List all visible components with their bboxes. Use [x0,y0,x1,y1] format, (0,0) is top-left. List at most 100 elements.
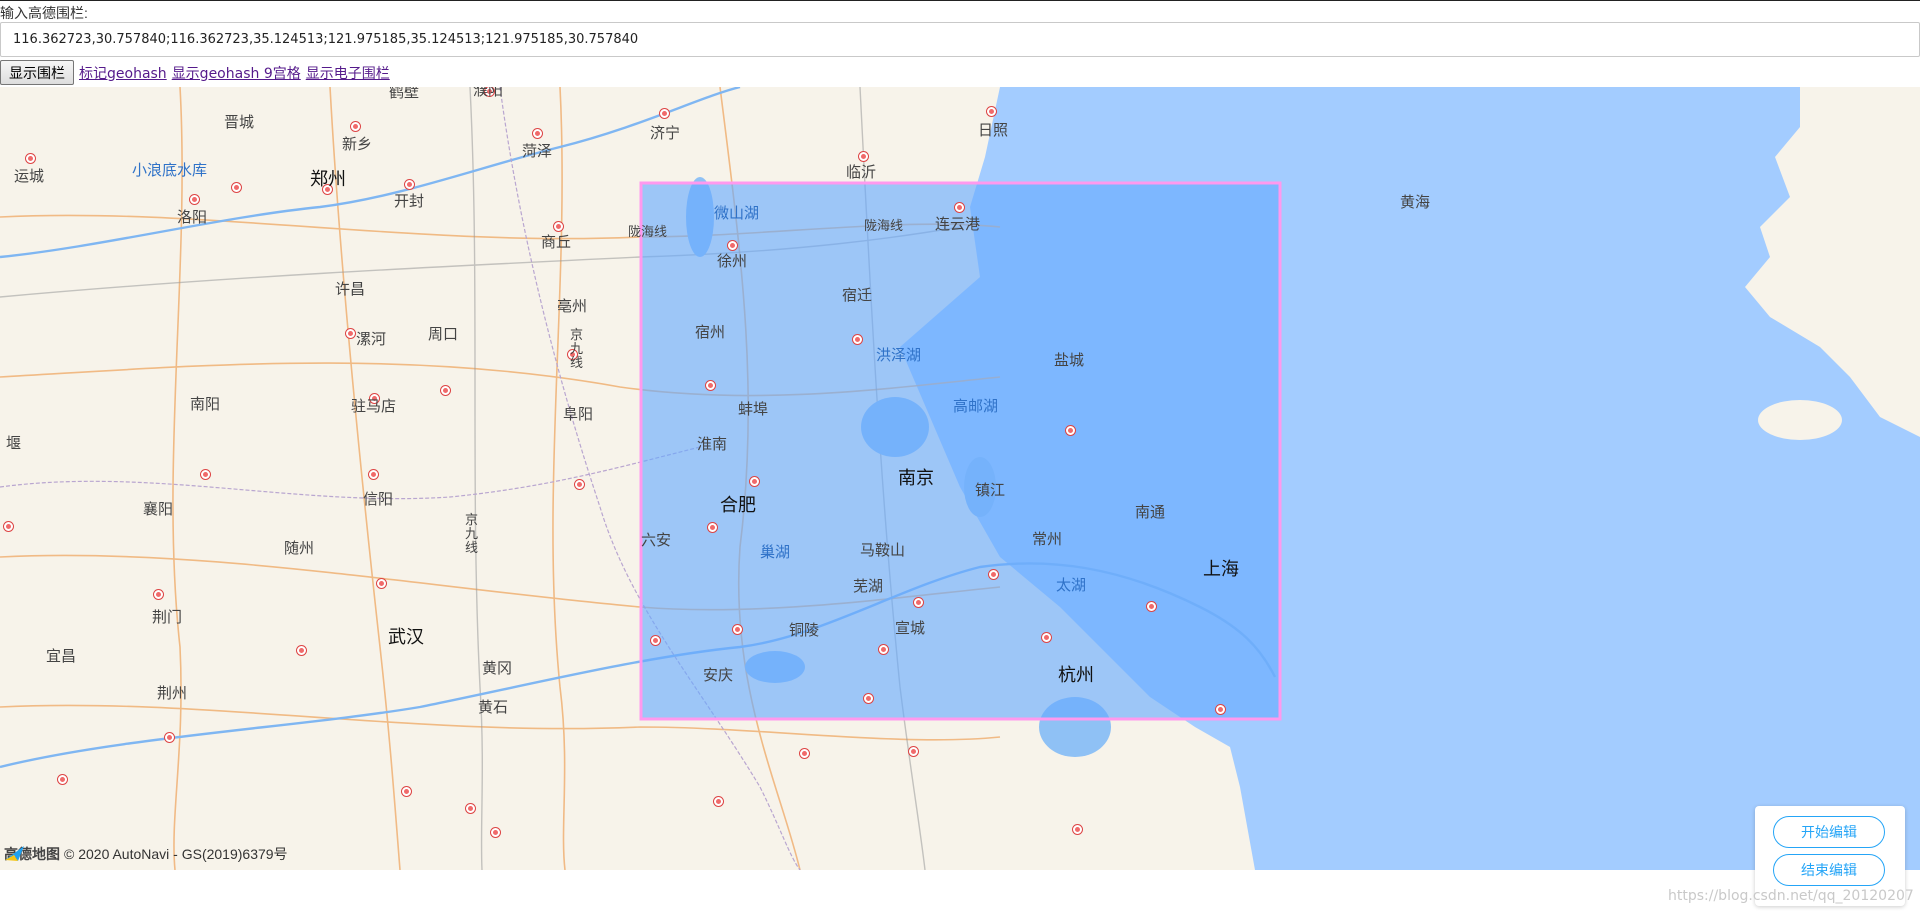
map-label-yan: 堰 [6,434,22,452]
map-label-xiaolangdi: 小浪底水库 [132,161,208,179]
map-city-marker [660,109,669,118]
map-label-heze: 菏泽 [522,142,553,160]
map-label-nantong: 南通 [1135,503,1166,521]
map-city-marker [708,523,717,532]
map-label-xuzhou: 徐州 [717,252,748,270]
map-copyright: © 2020 AutoNavi - GS(2019)6379号 [64,846,288,862]
map-label-taihu: 太湖 [1056,576,1087,594]
start-edit-button[interactable]: 开始编辑 [1773,816,1885,848]
map-city-marker [575,480,584,489]
end-edit-button[interactable]: 结束编辑 [1773,854,1885,886]
map-city-marker [405,180,414,189]
map-city-marker [297,646,306,655]
map-label-suzhou-anhui: 宿州 [695,323,726,341]
map-city-marker [1066,426,1075,435]
map-label-zhumadian: 驻马店 [351,397,397,415]
map-city-marker [879,645,888,654]
map-city-marker [1073,825,1082,834]
map-label-xuancheng: 宣城 [895,619,926,637]
map-label-zhenjiang: 镇江 [975,481,1006,499]
map-city-marker [859,152,868,161]
map-label-bozhou: 亳州 [557,297,588,315]
map-city-marker [800,749,809,758]
map-label-nanyang: 南阳 [190,395,221,413]
map-label-zhoukou: 周口 [428,325,459,343]
map-city-marker [201,470,210,479]
show-fence-button[interactable]: 显示围栏 [0,60,74,85]
csdn-watermark: https://blog.csdn.net/qq_20120207 [1668,888,1914,904]
map-city-marker [165,733,174,742]
map-label-fuyang: 阜阳 [563,405,594,423]
fence-input-label: 输入高德围栏: [0,5,88,21]
map-label-jingjiu-north: 京九线 [570,328,584,371]
mark-geohash-link[interactable]: 标记geohash [79,63,167,83]
map-city-marker [1216,705,1225,714]
map-city-marker [491,828,500,837]
map-label-anqing: 安庆 [703,666,734,684]
map-label-longhai-east: 陇海线 [864,219,904,234]
map-city-marker [733,625,742,634]
map-label-huanghai: 黄海 [1400,193,1431,211]
map-label-shangqiu: 商丘 [541,233,572,251]
fence-coordinates-input[interactable] [0,22,1920,57]
map-city-marker [864,694,873,703]
map-label-rizhao: 日照 [978,121,1009,139]
map-city-marker [377,579,386,588]
map-label-huanggang: 黄冈 [482,659,513,677]
map-city-marker [402,787,411,796]
map-label-lianyungang: 连云港 [935,215,981,233]
map-city-marker [232,183,241,192]
map-city-marker [651,636,660,645]
map-city-marker [554,222,563,231]
map-city-marker [914,598,923,607]
map-city-marker [750,477,759,486]
map-attribution: 高德地图 © 2020 AutoNavi - GS(2019)6379号 [4,844,288,864]
map-label-zhengzhou: 郑州 [310,169,346,190]
map-label-hebi: 鹤壁 [389,87,420,101]
map-canvas[interactable]: 鹤壁 濮阳 晋城 新乡 菏泽 济宁 日照 运城 小浪底水库 郑州 开封 洛阳 商… [0,87,1920,870]
map-label-weishanhu: 微山湖 [714,204,760,222]
map-label-nanjing: 南京 [898,468,934,489]
map-label-hefei: 合肥 [720,495,756,516]
map-city-marker [955,203,964,212]
map-label-linyi: 临沂 [846,163,877,181]
map-city-marker [728,241,737,250]
map-label-hongzehu: 洪泽湖 [876,346,922,364]
map-city-marker [351,122,360,131]
map-label-xinyang: 信阳 [363,490,394,508]
map-label-yichang: 宜昌 [46,647,77,665]
map-city-marker [346,329,355,338]
map-label-jincheng: 晋城 [224,113,255,131]
map-label-yuncheng: 运城 [14,167,45,185]
map-label-tongling: 铜陵 [789,621,820,639]
map-city-marker [26,154,35,163]
map-label-yancheng: 盐城 [1054,351,1085,369]
map-label-chaohu: 巢湖 [760,543,791,561]
map-label-suizhou: 随州 [284,539,315,557]
amap-logo-icon [5,846,24,861]
map-label-hangzhou: 杭州 [1058,665,1094,686]
map-label-jingzhou: 荆州 [157,684,188,702]
map-city-marker [1147,602,1156,611]
map-label-maanshan: 马鞍山 [860,541,906,559]
map-city-marker [909,747,918,756]
map-city-marker [853,335,862,344]
show-electronic-fence-link[interactable]: 显示电子围栏 [306,63,390,83]
map-city-marker [533,129,542,138]
map-label-longhai-west: 陇海线 [628,225,668,240]
top-border [0,0,1920,1]
map-label-jingmen: 荆门 [152,608,183,626]
map-label-luoyang: 洛阳 [177,208,208,226]
map-city-marker [58,775,67,784]
jeju-island [1758,400,1842,440]
toolbar: 显示围栏 标记geohash 显示geohash 9宫格 显示电子围栏 [0,60,390,85]
map-label-huainan: 淮南 [697,435,728,453]
map-city-marker [466,804,475,813]
map-label-xuchang: 许昌 [335,280,366,298]
map-city-marker [1042,633,1051,642]
map-city-marker [369,470,378,479]
map-label-puyang: 濮阳 [473,87,504,99]
show-geohash-grid-link[interactable]: 显示geohash 9宫格 [172,63,301,83]
map-label-jining: 济宁 [650,124,681,142]
map-label-luohe: 漯河 [356,330,387,348]
